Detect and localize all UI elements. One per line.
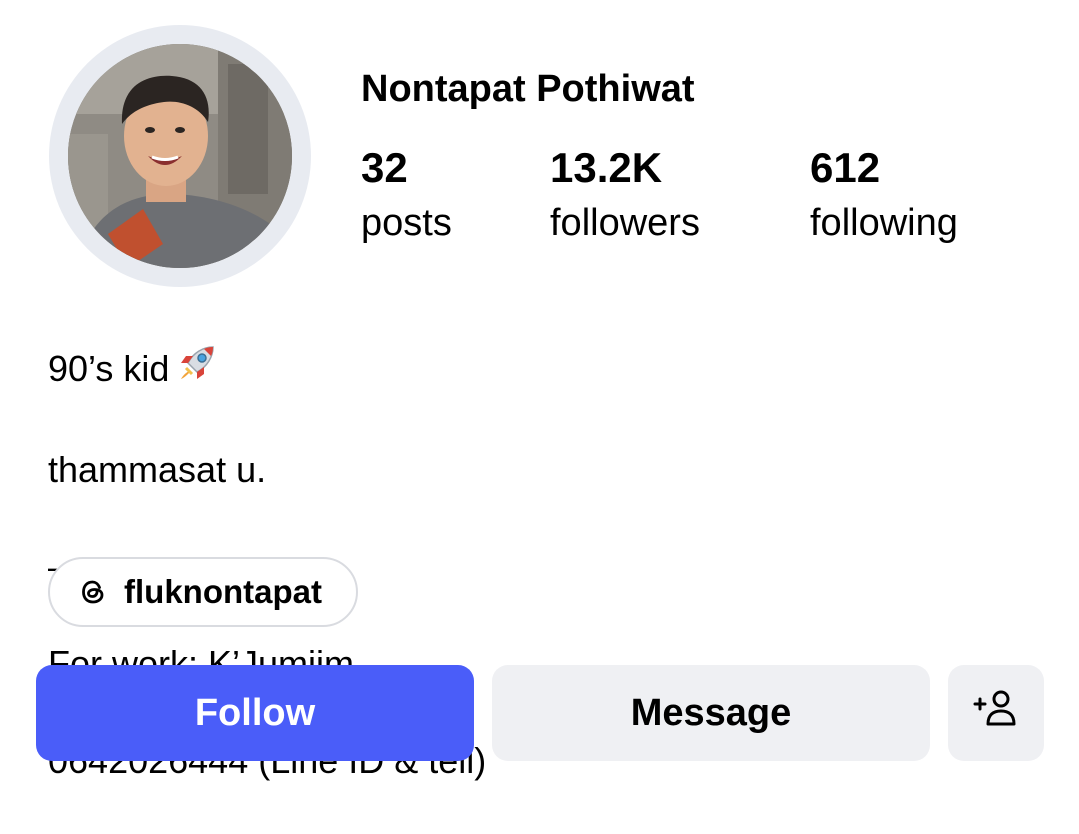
stat-followers-label: followers	[550, 202, 700, 244]
stat-posts-label: posts	[361, 202, 452, 244]
threads-link-chip[interactable]: fluknontapat	[48, 557, 358, 627]
stat-followers-count: 13.2K	[550, 144, 663, 191]
suggested-users-button[interactable]	[948, 665, 1044, 761]
threads-handle: fluknontapat	[124, 573, 322, 610]
stat-following-label: following	[810, 202, 958, 244]
bio-line-1: 90’s kid	[48, 341, 948, 398]
stat-following[interactable]: 612 following	[810, 144, 958, 246]
profile-username: Nontapat Pothiwat	[361, 68, 695, 110]
avatar-image	[68, 44, 292, 268]
avatar-photo	[68, 44, 292, 268]
threads-icon	[78, 577, 108, 607]
rocket-icon	[175, 341, 219, 398]
add-user-icon	[971, 688, 1021, 738]
stat-posts-count: 32	[361, 144, 408, 191]
follow-button[interactable]: Follow	[36, 665, 474, 761]
bio-line-2: thammasat u.	[48, 448, 267, 490]
stat-followers[interactable]: 13.2K followers	[550, 144, 700, 246]
stat-following-count: 612	[810, 144, 881, 191]
message-button[interactable]: Message	[492, 665, 930, 761]
bio-line-1-text: 90’s kid	[48, 347, 170, 389]
stat-posts[interactable]: 32 posts	[361, 144, 452, 246]
avatar[interactable]	[49, 25, 311, 287]
